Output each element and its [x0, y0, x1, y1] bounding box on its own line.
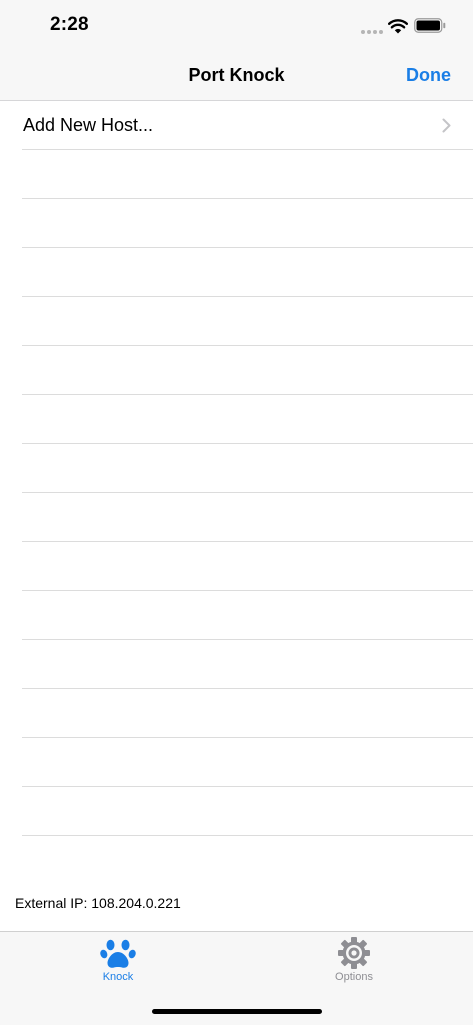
page-title: Port Knock [188, 65, 285, 85]
empty-row [22, 346, 473, 395]
gear-icon [338, 937, 370, 969]
tab-knock[interactable]: Knock [63, 936, 173, 983]
add-new-host-label: Add New Host... [23, 115, 154, 135]
empty-row [22, 689, 473, 738]
hosts-table: Add New Host... [0, 101, 473, 836]
done-button[interactable]: Done [406, 65, 451, 86]
wifi-icon [388, 19, 408, 34]
empty-row [22, 248, 473, 297]
empty-row [22, 199, 473, 248]
empty-row [22, 738, 473, 787]
empty-row [22, 542, 473, 591]
add-new-host-row[interactable]: Add New Host... [22, 101, 473, 150]
empty-row [22, 591, 473, 640]
empty-row [22, 150, 473, 199]
cellular-signal-icon [361, 30, 383, 34]
tab-options-label: Options [335, 971, 373, 983]
tab-knock-label: Knock [102, 971, 134, 983]
empty-row [22, 395, 473, 444]
navigation-bar: Port Knock Done [0, 52, 473, 101]
paw-icon [100, 939, 136, 968]
chevron-right-icon [442, 118, 451, 133]
external-ip-label: External IP: 108.204.0.221 [15, 895, 181, 911]
empty-row [22, 444, 473, 493]
status-bar: 2:28 [0, 0, 473, 52]
battery-icon [414, 18, 446, 33]
tab-options[interactable]: Options [299, 936, 409, 983]
home-indicator [152, 1009, 322, 1014]
empty-row [22, 493, 473, 542]
status-time: 2:28 [50, 14, 89, 35]
empty-row [22, 787, 473, 836]
empty-row [22, 640, 473, 689]
empty-row [22, 297, 473, 346]
